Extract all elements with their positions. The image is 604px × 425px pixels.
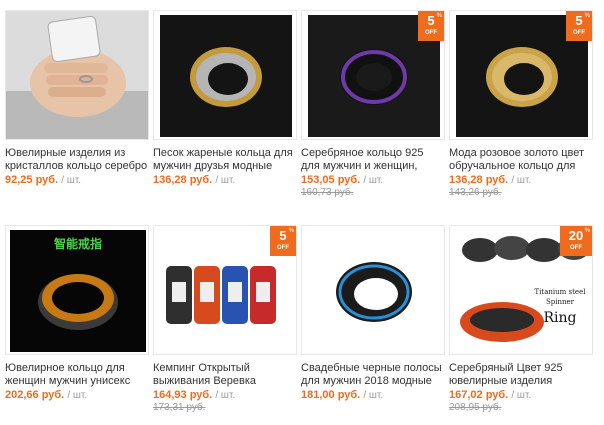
product-card[interactable]: Ювелирные изделия из кристаллов кольцо с…: [5, 10, 149, 187]
product-image[interactable]: Titanium steel Spinner Ring 20% OFF: [449, 225, 593, 355]
product-title[interactable]: Кемпинг Открытый выживания Веревка Брасл…: [153, 362, 297, 388]
product-price: 92,25 руб.: [5, 174, 59, 186]
product-card[interactable]: 智能戒指 Ювелирное кольцо для женщин мужчин …: [5, 225, 149, 402]
product-image[interactable]: 智能戒指: [5, 225, 149, 355]
price-unit: / шт.: [215, 175, 236, 186]
old-price: 208,95 руб.: [449, 402, 502, 413]
product-price: 136,28 руб.: [153, 174, 213, 186]
product-price: 153,05 руб.: [301, 174, 361, 186]
price-unit: / шт.: [61, 175, 82, 186]
product-price: 202,66 руб.: [5, 389, 65, 401]
product-price: 181,00 руб.: [301, 389, 361, 401]
product-title[interactable]: Серебряный Цвет 925 ювелирные изделия ко…: [449, 362, 593, 388]
product-price: 164,93 руб.: [153, 389, 213, 401]
image-caption: Spinner: [546, 298, 575, 306]
product-card[interactable]: 5% OFF Мода розовое золото цвет обручальн…: [449, 10, 593, 199]
product-title[interactable]: Свадебные черные полосы для мужчин 2018 …: [301, 362, 445, 388]
product-image[interactable]: [153, 10, 297, 140]
product-price: 136,28 руб.: [449, 174, 509, 186]
product-card[interactable]: 5% OFF Серебряное кольцо 925 для мужчин и…: [301, 10, 445, 199]
image-caption: 智能戒指: [53, 236, 102, 251]
price-unit: / шт.: [511, 175, 532, 186]
product-image[interactable]: 5% OFF: [449, 10, 593, 140]
product-image[interactable]: 5% OFF: [301, 10, 445, 140]
product-card[interactable]: Свадебные черные полосы для мужчин 2018 …: [301, 225, 445, 402]
old-price: 143,26 руб.: [449, 187, 502, 198]
price-unit: / шт.: [67, 390, 88, 401]
discount-badge: 5% OFF: [418, 11, 444, 41]
price-unit: / шт.: [363, 390, 384, 401]
price-unit: / шт.: [363, 175, 384, 186]
product-title[interactable]: Ювелирные изделия из кристаллов кольцо с…: [5, 147, 149, 173]
product-card[interactable]: Песок жареные кольца для мужчин друзья м…: [153, 10, 297, 187]
product-image[interactable]: 5% OFF: [153, 225, 297, 355]
product-card[interactable]: 5% OFF Кемпинг Открытый выживания Веревка…: [153, 225, 297, 414]
price-unit: / шт.: [511, 390, 532, 401]
product-title[interactable]: Серебряное кольцо 925 для мужчин и женщи…: [301, 147, 445, 173]
old-price: 160,73 руб.: [301, 187, 354, 198]
discount-badge: 5% OFF: [566, 11, 592, 41]
image-caption: Ring: [544, 310, 577, 326]
hand-phone-ring-image: [6, 11, 148, 139]
black-blue-ring-image: [302, 226, 444, 354]
smart-ring-image: 智能戒指: [10, 230, 146, 352]
product-card[interactable]: Titanium steel Spinner Ring 20% OFF Сереб…: [449, 225, 593, 414]
product-image[interactable]: [301, 225, 445, 355]
product-title[interactable]: Ювелирное кольцо для женщин мужчин унисе…: [5, 362, 149, 388]
gold-sand-ring-image: [160, 15, 292, 137]
product-title[interactable]: Мода розовое золото цвет обручальное кол…: [449, 147, 593, 173]
discount-badge: 20% OFF: [560, 226, 592, 256]
old-price: 173,31 руб.: [153, 402, 206, 413]
product-title[interactable]: Песок жареные кольца для мужчин друзья м…: [153, 147, 297, 173]
product-image[interactable]: [5, 10, 149, 140]
image-caption: Titanium steel: [535, 288, 587, 296]
price-unit: / шт.: [215, 390, 236, 401]
product-price: 167,02 руб.: [449, 389, 509, 401]
discount-badge: 5% OFF: [270, 226, 296, 256]
